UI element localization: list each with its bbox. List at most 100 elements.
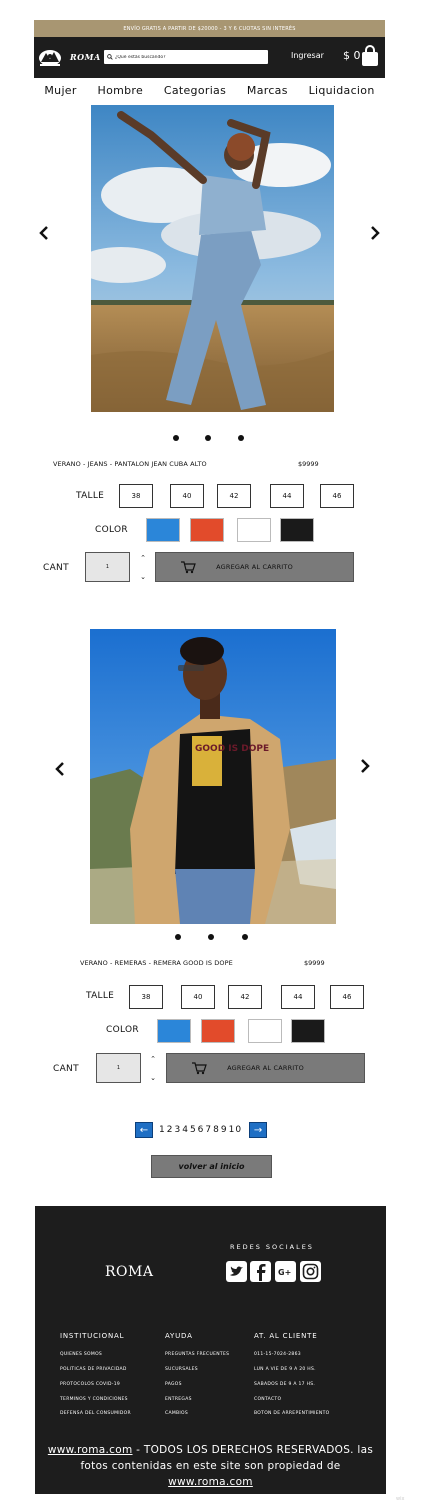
size-option-46[interactable]: 46 (330, 985, 364, 1009)
footer-link[interactable]: QUIENES SOMOS (60, 1352, 102, 1357)
prev-page-button[interactable]: ← (135, 1122, 153, 1138)
color-swatch-white[interactable] (237, 518, 271, 542)
add-to-cart-button[interactable]: AGREGAR AL CARRITO (166, 1053, 365, 1083)
chevron-right-icon[interactable] (369, 226, 381, 240)
copyright-link[interactable]: www.roma.com (48, 1444, 133, 1456)
page-link[interactable]: 9 (221, 1125, 228, 1135)
color-swatch-black[interactable] (280, 518, 314, 542)
twitter-icon[interactable] (226, 1261, 247, 1282)
footer-phone[interactable]: 011-15-7024-2863 (254, 1352, 301, 1357)
size-option-40[interactable]: 40 (170, 484, 204, 508)
product-image-jeans[interactable] (91, 105, 334, 412)
size-option-42[interactable]: 42 (217, 484, 251, 508)
product-title[interactable]: VERANO - REMERAS - REMERA GOOD IS DOPE (80, 959, 233, 967)
back-to-home-button[interactable]: volver al inicio (151, 1155, 272, 1178)
footer-link[interactable]: TERMINOS Y CONDICIONES (60, 1397, 128, 1402)
cart-total[interactable]: $ 0 (343, 49, 361, 62)
page-link[interactable]: 1 (159, 1125, 166, 1135)
quantity-input[interactable]: 1 (96, 1053, 141, 1083)
main-nav: Mujer Hombre Categorias Marcas Liquidaci… (34, 81, 385, 99)
quantity-input[interactable]: 1 (85, 552, 130, 582)
page-link[interactable]: 5 (190, 1125, 197, 1135)
color-swatch-black[interactable] (291, 1019, 325, 1043)
add-to-cart-button[interactable]: AGREGAR AL CARRITO (155, 552, 354, 582)
chevron-up-icon[interactable]: ⌃ (150, 1056, 156, 1063)
page-link[interactable]: 7 (205, 1125, 212, 1135)
footer-link[interactable]: SUCURSALES (165, 1367, 198, 1372)
footer-brand[interactable]: ROMA (105, 1264, 153, 1280)
footer-link[interactable]: BOTON DE ARREPENTIMIENTO (254, 1411, 329, 1416)
page-numbers: 1 2 3 4 5 6 7 8 9 10 (159, 1125, 243, 1135)
instagram-icon[interactable] (300, 1261, 321, 1282)
footer-hours-saturday: SABADOS DE 9 A 17 HS. (254, 1382, 316, 1387)
page-link[interactable]: 2 (167, 1125, 174, 1135)
promo-banner: ENVÍO GRATIS A PARTIR DE $20000 - 3 Y 6 … (34, 20, 385, 37)
carousel-dot[interactable] (205, 435, 211, 441)
footer-link[interactable]: CAMBIOS (165, 1411, 188, 1416)
color-swatch-blue[interactable] (157, 1019, 191, 1043)
carousel-dot[interactable] (175, 934, 181, 940)
chevron-down-icon[interactable]: ⌄ (140, 574, 146, 581)
color-swatch-white[interactable] (248, 1019, 282, 1043)
chevron-left-icon[interactable] (54, 762, 66, 776)
search-box[interactable] (104, 50, 268, 64)
size-option-38[interactable]: 38 (119, 484, 153, 508)
carousel-dot[interactable] (173, 435, 179, 441)
chevron-right-icon[interactable] (359, 759, 371, 773)
login-link[interactable]: Ingresar (291, 51, 324, 60)
logo-icon[interactable] (37, 47, 63, 69)
nav-item-hombre[interactable]: Hombre (98, 84, 144, 97)
quantity-stepper[interactable]: ⌃ ⌄ (139, 555, 147, 581)
copyright-link[interactable]: www.roma.com (168, 1476, 253, 1488)
search-input[interactable] (115, 54, 265, 60)
footer-link[interactable]: PAGOS (165, 1382, 182, 1387)
copyright-notice: www.roma.com - TODOS LOS DERECHOS RESERV… (45, 1442, 376, 1490)
size-option-38[interactable]: 38 (129, 985, 163, 1009)
product-title[interactable]: VERANO - JEANS - PANTALON JEAN CUBA ALTO (53, 460, 207, 468)
page-link[interactable]: 4 (182, 1125, 189, 1135)
color-swatch-red[interactable] (201, 1019, 235, 1043)
chevron-down-icon[interactable]: ⌄ (150, 1075, 156, 1082)
quantity-label: CANT (43, 563, 69, 573)
size-option-42[interactable]: 42 (228, 985, 262, 1009)
size-option-46[interactable]: 46 (320, 484, 354, 508)
footer-col-title-ayuda: AYUDA (165, 1332, 193, 1340)
footer-hours-weekday: LUN A VIE DE 9 A 20 HS. (254, 1367, 316, 1372)
add-to-cart-label: AGREGAR AL CARRITO (216, 563, 293, 571)
carousel-dot[interactable] (238, 435, 244, 441)
size-option-44[interactable]: 44 (281, 985, 315, 1009)
carousel-dot[interactable] (242, 934, 248, 940)
chevron-up-icon[interactable]: ⌃ (140, 555, 146, 562)
page-link[interactable]: 3 (174, 1125, 181, 1135)
wix-badge[interactable]: wix (396, 1496, 404, 1502)
brand-name[interactable]: ROMA (70, 52, 101, 62)
page-link[interactable]: 8 (213, 1125, 220, 1135)
shopping-bag-icon[interactable] (361, 45, 379, 67)
footer-link[interactable]: POLITICAS DE PRIVACIDAD (60, 1367, 127, 1372)
product-price: $9999 (304, 959, 325, 967)
product-image-tshirt[interactable]: GOOD IS DOPE (90, 629, 336, 924)
google-plus-icon[interactable]: G+ (275, 1261, 296, 1282)
nav-item-liquidacion[interactable]: Liquidacion (309, 84, 375, 97)
footer-link[interactable]: DEFENSA DEL CONSUMIDOR (60, 1411, 131, 1416)
footer-link[interactable]: ENTREGAS (165, 1397, 192, 1402)
tshirt-print-text: GOOD IS DOPE (195, 744, 269, 754)
footer-link[interactable]: PREGUNTAS FRECUENTES (165, 1352, 229, 1357)
facebook-icon[interactable] (250, 1261, 271, 1282)
size-option-44[interactable]: 44 (270, 484, 304, 508)
nav-item-categorias[interactable]: Categorias (164, 84, 226, 97)
page-link[interactable]: 6 (198, 1125, 205, 1135)
carousel-dot[interactable] (208, 934, 214, 940)
quantity-stepper[interactable]: ⌃ ⌄ (149, 1056, 157, 1082)
footer-link[interactable]: PROTOCOLOS COVID-19 (60, 1382, 120, 1387)
footer-link[interactable]: CONTACTO (254, 1397, 281, 1402)
chevron-left-icon[interactable] (38, 226, 50, 240)
color-swatch-red[interactable] (190, 518, 224, 542)
size-label: TALLE (76, 491, 105, 501)
next-page-button[interactable]: → (249, 1122, 268, 1138)
page-link[interactable]: 10 (229, 1125, 242, 1135)
color-swatch-blue[interactable] (146, 518, 180, 542)
nav-item-marcas[interactable]: Marcas (247, 84, 288, 97)
size-option-40[interactable]: 40 (181, 985, 215, 1009)
nav-item-mujer[interactable]: Mujer (44, 84, 76, 97)
